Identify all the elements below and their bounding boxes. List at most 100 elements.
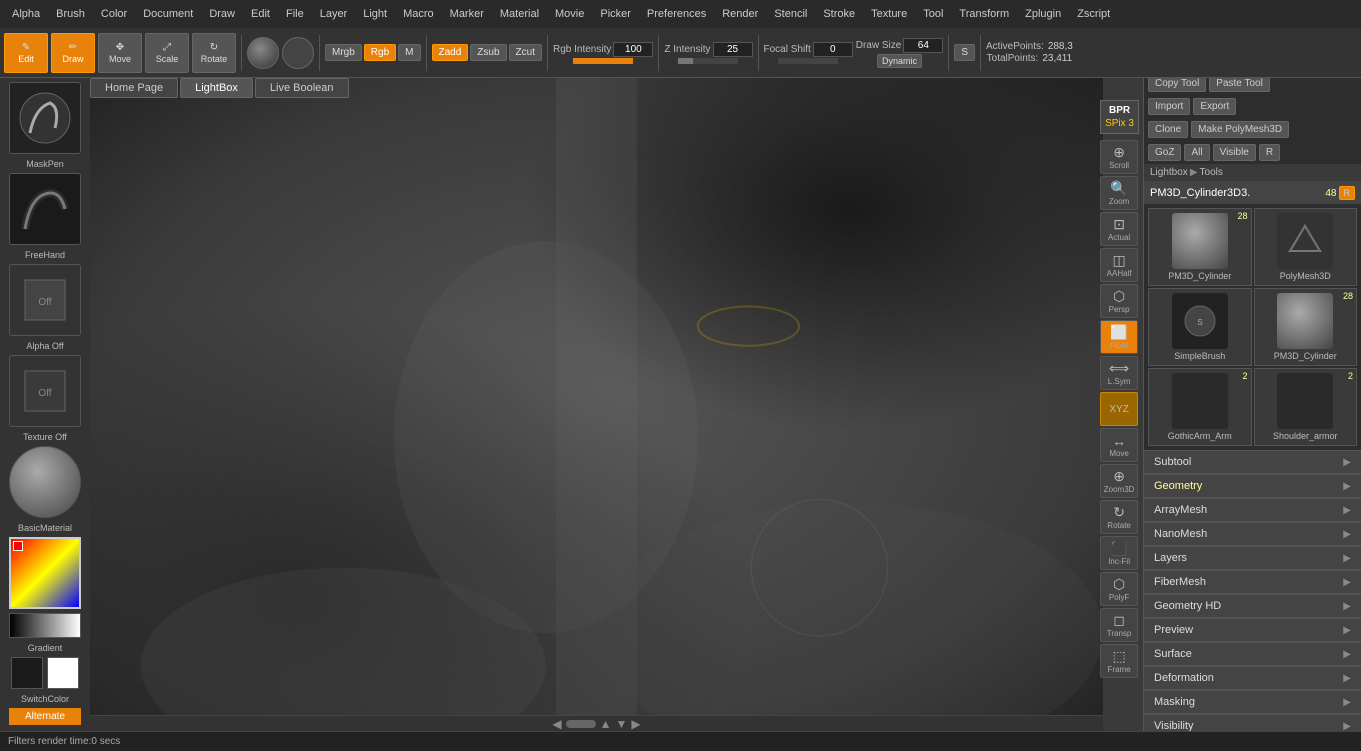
menu-zplugin[interactable]: Zplugin xyxy=(1017,6,1069,22)
color-swatch-white[interactable] xyxy=(47,657,79,689)
scroll-down-arrow[interactable]: ▼ xyxy=(616,717,628,731)
zcut-button[interactable]: Zcut xyxy=(509,44,542,61)
actual-button[interactable]: ⊡ Actual xyxy=(1100,212,1138,246)
tool-item-polymesh3d[interactable]: PolyMesh3D xyxy=(1254,208,1358,286)
menu-brush[interactable]: Brush xyxy=(48,6,93,22)
dynamic-button[interactable]: Dynamic xyxy=(877,54,922,68)
menu-preferences[interactable]: Preferences xyxy=(639,6,714,22)
nanomesh-section[interactable]: NanoMesh ▶ xyxy=(1144,522,1361,546)
texture-off-item[interactable]: Off xyxy=(9,355,81,427)
surface-section[interactable]: Surface ▶ xyxy=(1144,642,1361,666)
flat-preview[interactable] xyxy=(282,37,314,69)
deformation-section[interactable]: Deformation ▶ xyxy=(1144,666,1361,690)
m-button[interactable]: M xyxy=(398,44,420,61)
make-polymesh3d-button[interactable]: Make PolyMesh3D xyxy=(1191,121,1289,138)
aahalf-button[interactable]: ◫ AAHalf xyxy=(1100,248,1138,282)
mask-pen-brush[interactable] xyxy=(9,82,81,154)
alternate-button[interactable]: Alternate xyxy=(9,708,81,725)
tab-lightbox[interactable]: LightBox xyxy=(180,78,253,98)
masking-section[interactable]: Masking ▶ xyxy=(1144,690,1361,714)
menu-edit[interactable]: Edit xyxy=(243,6,278,22)
tool-item-pm3d-cylinder2[interactable]: PM3D_Cylinder 28 xyxy=(1254,288,1358,366)
mrgb-button[interactable]: Mrgb xyxy=(325,44,362,61)
zoom3d-button[interactable]: ⊕ Zoom3D xyxy=(1100,464,1138,498)
rgb-button[interactable]: Rgb xyxy=(364,44,396,61)
current-tool-r-button[interactable]: R xyxy=(1339,186,1356,200)
menu-tool[interactable]: Tool xyxy=(915,6,951,22)
r-shortcut-button[interactable]: R xyxy=(1259,144,1280,161)
draw-button[interactable]: ✏ Draw xyxy=(51,33,95,73)
menu-file[interactable]: File xyxy=(278,6,312,22)
menu-zscript[interactable]: Zscript xyxy=(1069,6,1118,22)
rotate-button[interactable]: ↻ Rotate xyxy=(192,33,236,73)
rotate-view-button[interactable]: ↻ Rotate xyxy=(1100,500,1138,534)
scroll-thumb[interactable] xyxy=(566,720,596,728)
geometry-hd-section[interactable]: Geometry HD ▶ xyxy=(1144,594,1361,618)
menu-color[interactable]: Color xyxy=(93,6,135,22)
fill-button[interactable]: ⬛ Inc-Fil xyxy=(1100,536,1138,570)
gradient-picker[interactable] xyxy=(9,613,81,638)
menu-draw[interactable]: Draw xyxy=(201,6,243,22)
lsym-button[interactable]: ⟺ L.Sym xyxy=(1100,356,1138,390)
scroll-view-button[interactable]: ⊕ Scroll xyxy=(1100,140,1138,174)
all-button[interactable]: All xyxy=(1184,144,1209,161)
frame-button[interactable]: ⬚ Frame xyxy=(1100,644,1138,678)
zsub-button[interactable]: Zsub xyxy=(470,44,506,61)
menu-texture[interactable]: Texture xyxy=(863,6,915,22)
import-button[interactable]: Import xyxy=(1148,98,1190,115)
zoom-button[interactable]: 🔍 Zoom xyxy=(1100,176,1138,210)
focal-shift-value[interactable]: 0 xyxy=(813,42,853,57)
menu-material[interactable]: Material xyxy=(492,6,547,22)
canvas-scrollbar[interactable]: ◀ ▲ ▼ ▶ xyxy=(90,715,1103,731)
move-button[interactable]: ✥ Move xyxy=(98,33,142,73)
tool-item-shoulder-armor[interactable]: Shoulder_armor 2 xyxy=(1254,368,1358,446)
scroll-right-arrow[interactable]: ▶ xyxy=(631,717,640,731)
subtool-section[interactable]: Subtool ▶ xyxy=(1144,450,1361,474)
menu-stroke[interactable]: Stroke xyxy=(815,6,863,22)
zadd-button[interactable]: Zadd xyxy=(432,44,469,61)
tool-item-pm3d-cylinder[interactable]: PM3D_Cylinder 28 xyxy=(1148,208,1252,286)
lightbox-label[interactable]: Lightbox xyxy=(1150,167,1188,178)
arraymesh-section[interactable]: ArrayMesh ▶ xyxy=(1144,498,1361,522)
persp-button[interactable]: ⬡ Persp xyxy=(1100,284,1138,318)
alpha-off-item[interactable]: Off xyxy=(9,264,81,336)
goz-button[interactable]: GoZ xyxy=(1148,144,1181,161)
menu-document[interactable]: Document xyxy=(135,6,201,22)
color-swatch-black[interactable] xyxy=(11,657,43,689)
visible-button[interactable]: Visible xyxy=(1213,144,1256,161)
tool-item-gothic-arm[interactable]: GothicArm_Arm 2 xyxy=(1148,368,1252,446)
edit-button[interactable]: ✎ Edit xyxy=(4,33,48,73)
tool-item-simplebrush[interactable]: S SimpleBrush xyxy=(1148,288,1252,366)
material-preview[interactable] xyxy=(247,37,279,69)
clone-button[interactable]: Clone xyxy=(1148,121,1188,138)
color-picker[interactable] xyxy=(9,537,81,609)
scroll-up-arrow[interactable]: ▲ xyxy=(600,717,612,731)
scale-button[interactable]: ⤢ Scale xyxy=(145,33,189,73)
tab-live-boolean[interactable]: Live Boolean xyxy=(255,78,349,98)
fibermesh-section[interactable]: FiberMesh ▶ xyxy=(1144,570,1361,594)
xyz-button[interactable]: XYZ xyxy=(1100,392,1138,426)
menu-marker[interactable]: Marker xyxy=(442,6,492,22)
menu-alpha[interactable]: Alpha xyxy=(4,6,48,22)
export-button[interactable]: Export xyxy=(1193,98,1236,115)
tools-label[interactable]: Tools xyxy=(1200,167,1223,178)
layers-section[interactable]: Layers ▶ xyxy=(1144,546,1361,570)
menu-layer[interactable]: Layer xyxy=(312,6,356,22)
freehand-brush[interactable] xyxy=(9,173,81,245)
bpr-button[interactable]: BPR SPix 3 xyxy=(1100,100,1139,134)
transp-button[interactable]: ◻ Transp xyxy=(1100,608,1138,642)
s-button[interactable]: S xyxy=(954,44,975,61)
basic-material-preview[interactable] xyxy=(9,446,81,518)
main-canvas[interactable] xyxy=(90,78,1103,731)
menu-light[interactable]: Light xyxy=(355,6,395,22)
tab-homepage[interactable]: Home Page xyxy=(90,78,178,98)
rgb-intensity-value[interactable]: 100 xyxy=(613,42,653,57)
geometry-section[interactable]: Geometry ▶ xyxy=(1144,474,1361,498)
polyf-button[interactable]: ⬡ PolyF xyxy=(1100,572,1138,606)
menu-transform[interactable]: Transform xyxy=(951,6,1017,22)
menu-render[interactable]: Render xyxy=(714,6,766,22)
menu-movie[interactable]: Movie xyxy=(547,6,592,22)
z-intensity-value[interactable]: 25 xyxy=(713,42,753,57)
draw-size-value[interactable]: 64 xyxy=(903,38,943,53)
move-view-button[interactable]: ↔ Move xyxy=(1100,428,1138,462)
